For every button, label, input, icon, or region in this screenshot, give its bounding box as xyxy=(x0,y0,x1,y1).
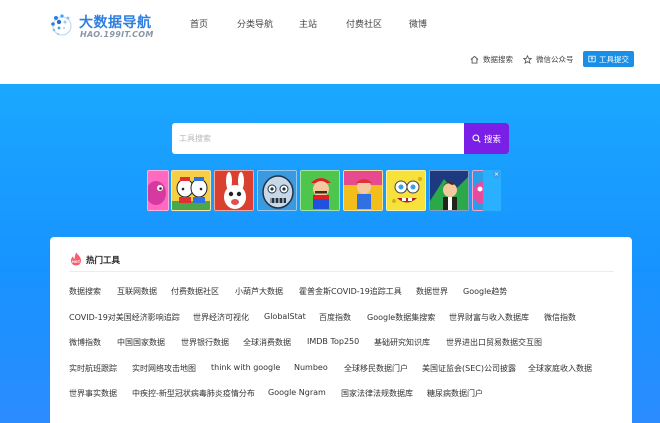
hot-tool-link[interactable]: COVID-19对美国经济影响追踪 xyxy=(69,312,180,323)
hot-tool-link[interactable]: 数据搜索 xyxy=(69,286,101,297)
nav-item-weibo[interactable]: 微博 xyxy=(409,17,427,30)
hot-tool-link[interactable]: 实时航班跟踪 xyxy=(69,363,117,374)
home-icon xyxy=(470,55,479,64)
hot-tool-link[interactable]: 小葫芦大数据 xyxy=(235,286,283,297)
wechat-link[interactable]: 微信公众号 xyxy=(523,51,574,67)
hot-tool-link[interactable]: 世界事实数据 xyxy=(69,388,117,399)
data-search-link[interactable]: 数据搜索 xyxy=(470,51,513,67)
header: 大数据导航 HAO.199IT.COM 首页 分类导航 主站 付费社区 微博 数… xyxy=(0,0,660,84)
hero-character-icon xyxy=(430,171,468,210)
hot-tool-link[interactable]: 付费数据社区 xyxy=(171,286,219,297)
hot-badge-text: HOT xyxy=(72,260,81,264)
hot-tool-link[interactable]: 世界经济可视化 xyxy=(193,312,249,323)
hot-tool-link[interactable]: 中疾控-新型冠状病毒肺炎疫情分布 xyxy=(132,388,255,399)
hot-tool-link[interactable]: 微博指数 xyxy=(69,337,101,348)
hot-tool-link[interactable]: Google趋势 xyxy=(463,286,507,297)
game-tile-6[interactable] xyxy=(343,170,383,211)
hot-tool-link[interactable]: 数据世界 xyxy=(416,286,448,297)
site-logo[interactable]: 大数据导航 HAO.199IT.COM xyxy=(48,11,153,41)
sponge-icon xyxy=(387,171,425,210)
mario-icon xyxy=(301,171,339,210)
logo-dots-icon xyxy=(51,14,72,36)
hot-tool-link[interactable]: 中国国家数据 xyxy=(117,337,165,348)
hot-tool-link[interactable]: 糖尿病数据门户 xyxy=(427,388,483,399)
hot-tool-link[interactable]: 霍普金斯COVID-19追踪工具 xyxy=(299,286,402,297)
search-button[interactable]: 搜索 xyxy=(464,123,509,154)
logo-title: 大数据导航 xyxy=(79,15,152,31)
submit-tool-label: 工具提交 xyxy=(599,54,629,64)
hot-tool-link[interactable]: 百度指数 xyxy=(319,312,351,323)
hot-tool-link[interactable]: 世界财富与收入数据库 xyxy=(449,312,529,323)
game-tile-4[interactable] xyxy=(257,170,297,211)
game-tile-2[interactable] xyxy=(171,170,211,211)
hot-tool-link[interactable]: Google Ngram xyxy=(268,388,326,397)
temple-icon xyxy=(258,171,296,210)
star-icon xyxy=(523,54,532,64)
game-tile-5[interactable] xyxy=(300,170,340,211)
hot-tool-link[interactable]: 世界银行数据 xyxy=(181,337,229,348)
hot-tool-link[interactable]: GlobalStat xyxy=(264,312,306,321)
hot-tool-link[interactable]: Numbeo xyxy=(294,363,328,372)
nav-item-home[interactable]: 首页 xyxy=(190,17,208,30)
cuphead-icon xyxy=(172,171,210,210)
logo-subtitle: HAO.199IT.COM xyxy=(80,30,154,39)
hot-tool-link[interactable]: 微信指数 xyxy=(544,312,576,323)
hot-tool-link[interactable]: 美国证监会(SEC)公司披露 xyxy=(422,363,516,374)
rabbid-icon xyxy=(215,171,253,210)
submit-tool-button[interactable]: 工具提交 xyxy=(583,51,634,67)
hot-tool-link[interactable]: think with google xyxy=(211,363,280,372)
hot-tools-header: HOT 热门工具 xyxy=(69,252,614,272)
hot-tool-link[interactable]: 全球移民数据门户 xyxy=(344,363,408,374)
game-banner-ad[interactable] xyxy=(147,170,501,211)
hot-tool-link[interactable]: IMDB Top250 xyxy=(307,337,359,346)
game-tile-7[interactable] xyxy=(386,170,426,211)
nav-item-paid-community[interactable]: 付费社区 xyxy=(346,17,382,30)
nav-item-main-site[interactable]: 主站 xyxy=(299,17,317,30)
hot-tool-link[interactable]: 互联网数据 xyxy=(117,286,157,297)
hot-flame-icon: HOT xyxy=(71,252,81,266)
character-icon xyxy=(148,171,168,210)
hot-tool-link[interactable]: 全球家庭收入数据 xyxy=(528,363,592,374)
ad-close-flag[interactable]: × xyxy=(483,170,501,211)
subway-surfer-icon xyxy=(344,171,382,210)
hot-tool-link[interactable]: Google数据集搜索 xyxy=(367,312,435,323)
hot-tool-link[interactable]: 实时网络攻击地图 xyxy=(132,363,196,374)
hot-tools-card: HOT 热门工具 数据搜索 互联网数据 付费数据社区 小葫芦大数据 霍普金斯CO… xyxy=(50,237,632,423)
game-tile-1[interactable] xyxy=(147,170,169,211)
hot-tool-link[interactable]: 世界进出口贸易数据交互图 xyxy=(446,337,542,348)
wechat-label: 微信公众号 xyxy=(536,54,574,64)
game-tile-3[interactable] xyxy=(214,170,254,211)
upload-icon xyxy=(588,55,596,63)
game-tile-8[interactable] xyxy=(429,170,469,211)
search-input[interactable] xyxy=(172,123,464,154)
close-icon[interactable]: × xyxy=(493,171,500,178)
hot-tool-link[interactable]: 国家法律法规数据库 xyxy=(341,388,413,399)
nav-item-category[interactable]: 分类导航 xyxy=(237,17,273,30)
hot-tool-link[interactable]: 全球消费数据 xyxy=(243,337,291,348)
hot-tools-title: 热门工具 xyxy=(86,256,121,266)
data-search-label: 数据搜索 xyxy=(483,54,513,64)
search-bar: 搜索 xyxy=(172,123,509,154)
search-icon xyxy=(472,134,481,143)
hot-tool-link[interactable]: 基础研究知识库 xyxy=(374,337,430,348)
search-button-label: 搜索 xyxy=(483,134,501,145)
